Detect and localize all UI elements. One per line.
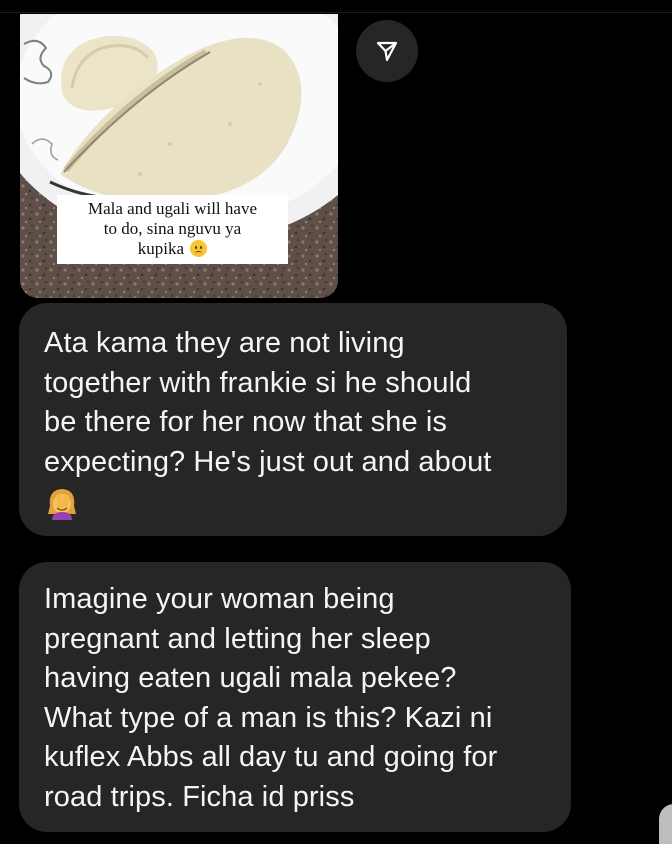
story-caption: Mala and ugali will have to do, sina ngu… <box>57 195 288 264</box>
message-line: together with frankie si he should <box>44 366 472 399</box>
story-caption-line: Mala and ugali will have <box>87 199 257 218</box>
header-divider <box>0 12 672 13</box>
message-line: Imagine your woman being <box>44 583 395 615</box>
share-button[interactable] <box>356 20 418 82</box>
message-line: What type of a man is this? Kazi ni <box>44 701 493 734</box>
story-caption-line: kupika <box>63 239 282 259</box>
shared-story-image[interactable]: Mala and ugali will have to do, sina ngu… <box>20 14 338 298</box>
scroll-indicator[interactable] <box>659 804 672 844</box>
message-line: having eaten ugali mala pekee? <box>44 662 457 694</box>
story-caption-line: to do, sina nguvu ya <box>103 219 242 238</box>
message-line: kuflex Abbs all day tu and going for <box>44 741 498 773</box>
message-line: Ata kama they are not living <box>44 327 405 359</box>
message-line: expecting? He's just out and about <box>44 445 492 478</box>
send-icon <box>376 41 398 62</box>
message-line: pregnant and letting her sleep <box>44 622 431 655</box>
woman-facepalming-icon <box>48 489 76 520</box>
slightly-frowning-face-icon <box>190 240 208 257</box>
message-line: road trips. Ficha id priss <box>44 780 355 813</box>
message-line: be there for her now that she is <box>44 406 447 438</box>
dm-thread-screen: Mala and ugali will have to do, sina ngu… <box>0 0 672 844</box>
message-bubble[interactable]: Imagine your woman being pregnant and le… <box>19 562 571 832</box>
message-bubble[interactable]: Ata kama they are not living together wi… <box>19 303 567 536</box>
